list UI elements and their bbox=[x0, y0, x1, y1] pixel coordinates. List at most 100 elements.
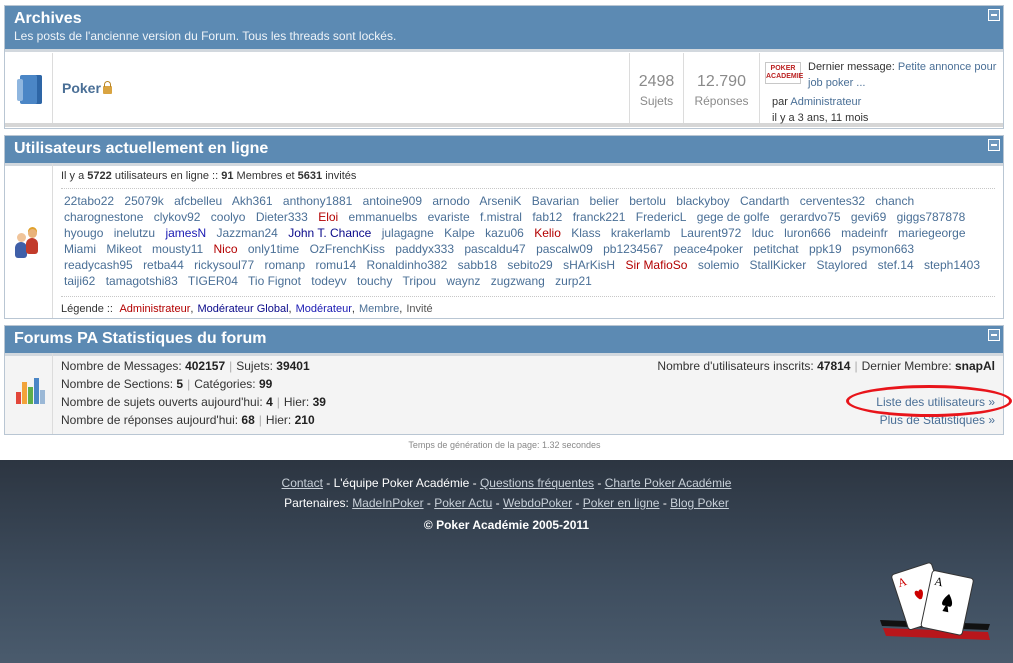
online-user-link[interactable]: Nico bbox=[214, 242, 238, 256]
online-user-link[interactable]: Ronaldinho382 bbox=[367, 258, 448, 272]
author-link[interactable]: Administrateur bbox=[790, 96, 861, 108]
online-user-link[interactable]: touchy bbox=[357, 274, 392, 288]
partner-link[interactable]: Blog Poker bbox=[670, 496, 729, 510]
online-user-link[interactable]: luron666 bbox=[784, 226, 831, 240]
online-user-link[interactable]: cerventes32 bbox=[800, 194, 865, 208]
online-user-link[interactable]: hyougo bbox=[64, 226, 103, 240]
online-user-link[interactable]: Dieter333 bbox=[256, 210, 308, 224]
online-user-link[interactable]: Bavarian bbox=[532, 194, 579, 208]
online-user-link[interactable]: rickysoul77 bbox=[194, 258, 254, 272]
online-user-link[interactable]: franck221 bbox=[573, 210, 626, 224]
online-user-link[interactable]: belier bbox=[590, 194, 619, 208]
last-message-link[interactable]: Petite annonce pour bbox=[898, 61, 996, 73]
online-user-link[interactable]: StallKicker bbox=[750, 258, 807, 272]
online-user-link[interactable]: Candarth bbox=[740, 194, 789, 208]
online-user-link[interactable]: arnodo bbox=[432, 194, 469, 208]
online-user-link[interactable]: readycash95 bbox=[64, 258, 133, 272]
online-user-link[interactable]: zurp21 bbox=[555, 274, 592, 288]
online-user-link[interactable]: 22tabo22 bbox=[64, 194, 114, 208]
online-user-link[interactable]: FredericL bbox=[636, 210, 687, 224]
online-user-link[interactable]: Eloi bbox=[318, 210, 338, 224]
online-user-link[interactable]: Miami bbox=[64, 242, 96, 256]
online-user-link[interactable]: giggs787878 bbox=[897, 210, 966, 224]
partner-link[interactable]: Poker en ligne bbox=[583, 496, 660, 510]
online-user-link[interactable]: f.mistral bbox=[480, 210, 522, 224]
online-user-link[interactable]: Akh361 bbox=[232, 194, 273, 208]
online-user-link[interactable]: TIGER04 bbox=[188, 274, 238, 288]
online-user-link[interactable]: Tio Fignot bbox=[248, 274, 301, 288]
online-user-link[interactable]: zugzwang bbox=[491, 274, 545, 288]
online-user-link[interactable]: Laurent972 bbox=[681, 226, 742, 240]
online-user-link[interactable]: waynz bbox=[446, 274, 480, 288]
partner-link[interactable]: WebdoPoker bbox=[503, 496, 572, 510]
online-user-link[interactable]: taiji62 bbox=[64, 274, 95, 288]
online-user-link[interactable]: romu14 bbox=[316, 258, 357, 272]
online-user-link[interactable]: Jazzman24 bbox=[216, 226, 277, 240]
online-user-link[interactable]: Staylored bbox=[817, 258, 868, 272]
online-user-link[interactable]: romanp bbox=[264, 258, 305, 272]
online-user-link[interactable]: pascaldu47 bbox=[464, 242, 525, 256]
online-user-link[interactable]: fab12 bbox=[532, 210, 562, 224]
online-user-link[interactable]: Kalpe bbox=[444, 226, 475, 240]
online-user-link[interactable]: blackyboy bbox=[676, 194, 729, 208]
online-user-link[interactable]: anthony1881 bbox=[283, 194, 352, 208]
online-user-link[interactable]: sabb18 bbox=[458, 258, 497, 272]
online-user-link[interactable]: solemio bbox=[698, 258, 739, 272]
online-user-link[interactable]: charognestone bbox=[64, 210, 143, 224]
online-user-link[interactable]: antoine909 bbox=[363, 194, 422, 208]
online-user-link[interactable]: Kelio bbox=[534, 226, 561, 240]
online-user-link[interactable]: inelutzu bbox=[114, 226, 155, 240]
collapse-icon[interactable] bbox=[988, 9, 1000, 21]
online-user-link[interactable]: Mikeot bbox=[106, 242, 141, 256]
online-user-link[interactable]: ArseniK bbox=[479, 194, 521, 208]
online-user-link[interactable]: gerardvo75 bbox=[780, 210, 841, 224]
online-user-link[interactable]: chanch bbox=[875, 194, 914, 208]
online-user-link[interactable]: pascalw09 bbox=[536, 242, 593, 256]
online-user-link[interactable]: petitchat bbox=[753, 242, 798, 256]
footer-link[interactable]: Contact bbox=[282, 476, 323, 490]
online-user-link[interactable]: 25079k bbox=[124, 194, 163, 208]
online-user-link[interactable]: lduc bbox=[752, 226, 774, 240]
online-user-link[interactable]: coolyo bbox=[211, 210, 246, 224]
collapse-icon[interactable] bbox=[988, 139, 1000, 151]
online-user-link[interactable]: jamesN bbox=[165, 226, 206, 240]
online-user-link[interactable]: gevi69 bbox=[851, 210, 886, 224]
online-user-link[interactable]: ppk19 bbox=[809, 242, 842, 256]
last-message-link-2[interactable]: job poker ... bbox=[808, 77, 865, 89]
online-user-link[interactable]: pb1234567 bbox=[603, 242, 663, 256]
footer-link[interactable]: Questions fréquentes bbox=[480, 476, 594, 490]
collapse-icon[interactable] bbox=[988, 329, 1000, 341]
online-user-link[interactable]: steph1403 bbox=[924, 258, 980, 272]
online-user-link[interactable]: todeyv bbox=[311, 274, 346, 288]
online-user-link[interactable]: kazu06 bbox=[485, 226, 524, 240]
online-user-link[interactable]: peace4poker bbox=[674, 242, 743, 256]
online-user-link[interactable]: Sir MafioSo bbox=[625, 258, 687, 272]
partner-link[interactable]: MadeInPoker bbox=[352, 496, 423, 510]
online-user-link[interactable]: Klass bbox=[571, 226, 600, 240]
online-user-link[interactable]: sHArKisH bbox=[563, 258, 615, 272]
online-user-link[interactable]: madeinfr bbox=[841, 226, 888, 240]
online-user-link[interactable]: evariste bbox=[428, 210, 470, 224]
online-user-link[interactable]: gege de golfe bbox=[697, 210, 770, 224]
online-user-link[interactable]: psymon663 bbox=[852, 242, 914, 256]
online-user-link[interactable]: only1time bbox=[248, 242, 299, 256]
online-user-link[interactable]: mariegeorge bbox=[898, 226, 965, 240]
last-member-link[interactable]: snapAl bbox=[955, 359, 995, 373]
online-user-link[interactable]: clykov92 bbox=[154, 210, 201, 224]
online-user-link[interactable]: John T. Chance bbox=[288, 226, 371, 240]
online-user-link[interactable]: Tripou bbox=[402, 274, 436, 288]
online-user-link[interactable]: bertolu bbox=[629, 194, 666, 208]
online-user-link[interactable]: OzFrenchKiss bbox=[310, 242, 385, 256]
online-user-link[interactable]: julagagne bbox=[382, 226, 434, 240]
online-user-link[interactable]: stef.14 bbox=[878, 258, 914, 272]
footer-link[interactable]: Charte Poker Académie bbox=[605, 476, 732, 490]
online-user-link[interactable]: emmanuelbs bbox=[349, 210, 418, 224]
online-user-link[interactable]: sebito29 bbox=[507, 258, 552, 272]
online-user-link[interactable]: tamagotshi83 bbox=[106, 274, 178, 288]
online-user-link[interactable]: krakerlamb bbox=[611, 226, 670, 240]
online-user-link[interactable]: mousty11 bbox=[152, 242, 203, 256]
online-user-link[interactable]: retba44 bbox=[143, 258, 184, 272]
forum-name-link[interactable]: Poker bbox=[62, 80, 101, 96]
partner-link[interactable]: Poker Actu bbox=[434, 496, 492, 510]
online-user-link[interactable]: paddyx333 bbox=[395, 242, 454, 256]
